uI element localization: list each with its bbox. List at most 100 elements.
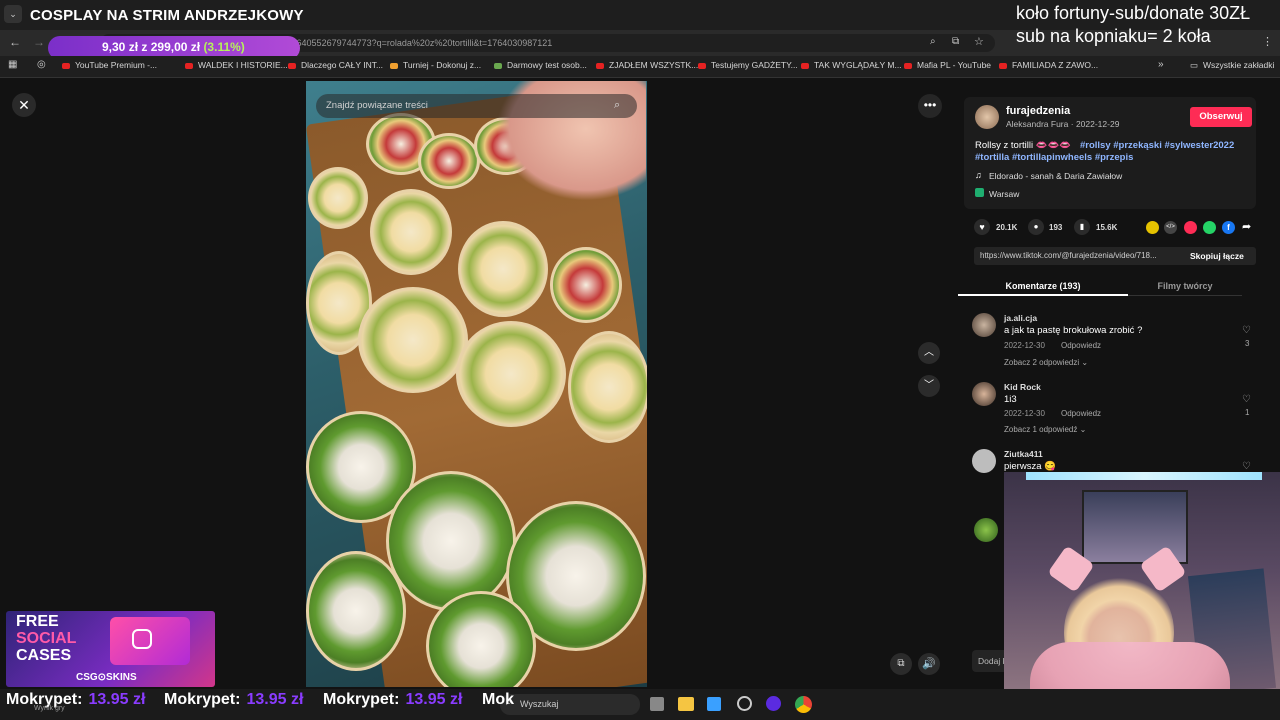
install-icon[interactable]: ⧉ bbox=[952, 36, 959, 47]
food-roll bbox=[418, 133, 480, 189]
avatar[interactable] bbox=[974, 518, 998, 542]
goal-separator: z bbox=[141, 40, 148, 54]
volume-icon: 🔊 bbox=[922, 658, 936, 670]
food-roll bbox=[306, 551, 406, 671]
comment-like-icon[interactable]: ♡ bbox=[1242, 461, 1251, 472]
avatar[interactable] bbox=[972, 449, 996, 473]
prev-video-button[interactable]: ︿ bbox=[918, 342, 940, 364]
tab-creator-videos[interactable]: Filmy twórcy bbox=[1128, 276, 1242, 296]
view-replies-button[interactable]: Zobacz 2 odpowiedzi ⌄ bbox=[1004, 358, 1088, 367]
close-button[interactable]: ✕ bbox=[12, 93, 36, 117]
bookmarks-bar: ▦ ◎ YouTube Premium -... WALDEK I HISTOR… bbox=[0, 56, 1280, 78]
apps-icon[interactable]: ▦ bbox=[8, 59, 17, 70]
more-icon: ••• bbox=[923, 98, 937, 112]
link-row: https://www.tiktok.com/@furajedzenia/vid… bbox=[974, 247, 1256, 265]
comment-button[interactable]: ● bbox=[1028, 219, 1044, 235]
related-search-input[interactable]: Znajdź powiązane treści ⌕ bbox=[316, 94, 637, 118]
send-button[interactable] bbox=[1184, 221, 1197, 234]
miniplayer-button[interactable]: ⧉ bbox=[890, 653, 912, 675]
bookmark-icon: ▮ bbox=[1079, 222, 1085, 231]
post-hashtags-2[interactable]: #tortilla #tortillapinwheels #przepis bbox=[975, 152, 1133, 163]
avatar[interactable] bbox=[972, 382, 996, 406]
menu-icon[interactable]: ⋮ bbox=[1262, 35, 1273, 48]
all-bookmarks[interactable]: ▭ Wszystkie zakładki bbox=[1190, 60, 1274, 71]
bookmark-item[interactable]: WALDEK I HISTORIE... bbox=[185, 60, 288, 70]
file-explorer-icon[interactable] bbox=[678, 697, 694, 711]
follow-label: Obserwuj bbox=[1199, 111, 1243, 122]
post-hashtags-1[interactable]: #rollsy #przekąski #sylwester2022 bbox=[1080, 140, 1234, 151]
avatar[interactable] bbox=[972, 313, 996, 337]
avatar[interactable] bbox=[975, 105, 999, 129]
bookmark-item[interactable]: TAK WYGLĄDAŁY M... bbox=[801, 60, 902, 70]
comment-like-icon[interactable]: ♡ bbox=[1242, 325, 1251, 336]
like-button[interactable]: ♥ bbox=[974, 219, 990, 235]
more-options-button[interactable]: ••• bbox=[918, 94, 942, 118]
post-location[interactable]: Warsaw bbox=[989, 189, 1019, 199]
bookmark-item[interactable]: YouTube Premium -... bbox=[62, 60, 157, 70]
chevron-up-icon: ︿ bbox=[924, 347, 934, 358]
chrome-icon[interactable] bbox=[795, 696, 812, 713]
more-bookmarks-icon[interactable]: » bbox=[1158, 59, 1164, 70]
task-view-icon[interactable] bbox=[650, 697, 664, 711]
bookmark-item[interactable]: Dlaczego CAŁY INT... bbox=[288, 60, 383, 70]
share-icon[interactable]: ➦ bbox=[1242, 220, 1251, 233]
bookmark-item[interactable]: Darmowy test osob... bbox=[494, 60, 587, 70]
chevron-down-icon: ⌄ bbox=[1079, 425, 1087, 434]
next-video-button[interactable]: ﹀ bbox=[918, 375, 940, 397]
comment-user[interactable]: Kid Rock bbox=[1004, 382, 1041, 392]
tab-creator-label: Filmy twórcy bbox=[1157, 281, 1213, 291]
site-icon bbox=[494, 62, 502, 69]
reply-button[interactable]: Odpowiedz bbox=[1061, 409, 1101, 418]
heart-icon: ♥ bbox=[979, 222, 985, 232]
embed-button[interactable]: </> bbox=[1164, 221, 1177, 234]
follow-button[interactable]: Obserwuj bbox=[1190, 107, 1252, 127]
comment-item: Kid Rock 1i3 2022-12-30 Odpowiedz ♡ 1 Zo… bbox=[972, 379, 1262, 439]
reply-button[interactable]: Odpowiedz bbox=[1061, 341, 1101, 350]
webcam-overlay bbox=[1004, 472, 1280, 720]
bookmark-item[interactable]: Testujemy GADŻETY... bbox=[698, 60, 798, 70]
search-icon[interactable]: ⌕ bbox=[614, 99, 620, 112]
star-icon[interactable]: ☆ bbox=[974, 35, 984, 48]
location-icon bbox=[975, 188, 984, 197]
app-icon[interactable] bbox=[737, 696, 752, 711]
youtube-icon bbox=[288, 62, 296, 69]
bookmark-item[interactable]: Mafia PL - YouTube bbox=[904, 60, 991, 70]
zoom-icon[interactable]: ⌕ bbox=[930, 36, 936, 47]
ticker-item: Mokrypet: 13.95 zł bbox=[323, 691, 463, 708]
facebook-button[interactable]: f bbox=[1222, 221, 1235, 234]
tab-comments[interactable]: Komentarze (193) bbox=[958, 276, 1128, 296]
save-button[interactable]: ▮ bbox=[1074, 219, 1090, 235]
volume-button[interactable]: 🔊 bbox=[918, 653, 940, 675]
tab-menu-button[interactable]: ⌄ bbox=[4, 5, 22, 23]
post-music[interactable]: Eldorado - sanah & Daria Zawiałow bbox=[989, 171, 1122, 181]
copy-link-button[interactable]: Skopiuj łącze bbox=[1190, 251, 1244, 261]
video-player[interactable] bbox=[306, 81, 647, 687]
coin-button[interactable] bbox=[1146, 221, 1159, 234]
comment-like-icon[interactable]: ♡ bbox=[1242, 394, 1251, 405]
bookmark-item[interactable]: ZJADŁEM WSZYSTK... bbox=[596, 60, 698, 70]
donate-line-2: sub na kopniaku= 2 koła bbox=[1016, 26, 1211, 46]
youtube-icon bbox=[62, 62, 70, 69]
tab-comments-label: Komentarze (193) bbox=[1005, 281, 1081, 291]
food-roll bbox=[456, 321, 566, 427]
facebook-icon: f bbox=[1227, 223, 1230, 232]
comment-like-count: 1 bbox=[1245, 408, 1250, 417]
whatsapp-button[interactable] bbox=[1203, 221, 1216, 234]
comment-date: 2022-12-30 bbox=[1004, 341, 1045, 350]
post-username[interactable]: furajedzenia bbox=[1006, 105, 1070, 117]
bookmark-icon[interactable]: ◎ bbox=[37, 59, 46, 70]
taskbar-search[interactable]: ⌕ Wyszukaj bbox=[500, 694, 640, 715]
bookmark-item[interactable]: FAMILIADA Z ZAWO... bbox=[999, 60, 1098, 70]
post-info-panel: furajedzenia Aleksandra Fura · 2022-12-2… bbox=[964, 97, 1256, 209]
chevron-down-icon: ⌄ bbox=[1081, 358, 1089, 367]
bookmark-item[interactable]: Turniej - Dokonuj z... bbox=[390, 60, 481, 70]
comment-user[interactable]: ja.ali.cja bbox=[1004, 313, 1037, 323]
comment-user[interactable]: Ziutka411 bbox=[1004, 449, 1043, 459]
store-icon[interactable] bbox=[707, 697, 721, 711]
view-replies-button[interactable]: Zobacz 1 odpowiedź ⌄ bbox=[1004, 425, 1086, 434]
code-icon: </> bbox=[1166, 224, 1175, 230]
forward-icon[interactable]: → bbox=[33, 35, 45, 49]
app-icon[interactable] bbox=[766, 696, 781, 711]
donate-line-1: koło fortuny-sub/donate 30ZŁ bbox=[1016, 3, 1251, 23]
back-icon[interactable]: ← bbox=[9, 35, 21, 49]
